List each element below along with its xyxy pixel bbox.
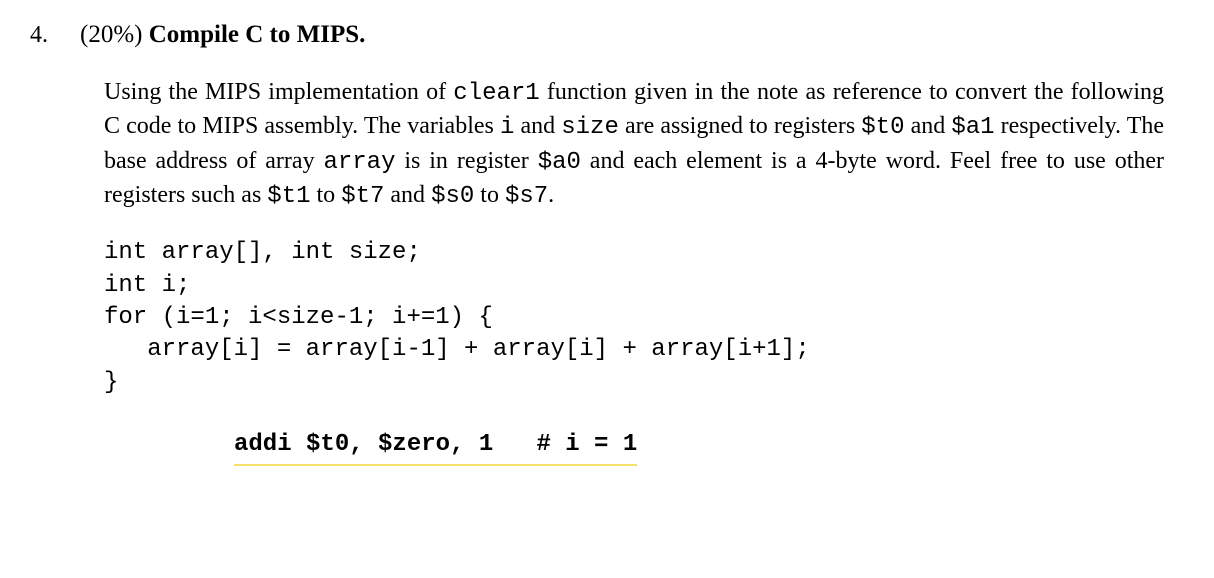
- text-segment: are assigned to registers: [619, 113, 861, 139]
- code-inline-a0: $a0: [538, 149, 581, 176]
- code-inline-array: array: [323, 149, 395, 176]
- code-inline-size: size: [561, 114, 619, 141]
- text-segment: is in register: [395, 148, 537, 174]
- text-segment: to: [311, 182, 342, 208]
- question-title: (20%) Compile C to MIPS.: [80, 18, 365, 52]
- question-number: 4.: [30, 19, 80, 51]
- code-inline-a1: $a1: [951, 114, 994, 141]
- code-inline-t0: $t0: [861, 114, 904, 141]
- code-inline-i: i: [500, 114, 514, 141]
- question-header: 4. (20%) Compile C to MIPS.: [30, 18, 1184, 52]
- text-segment: Using the MIPS implementation of: [104, 79, 453, 105]
- question-title-text: Compile C to MIPS.: [149, 21, 366, 48]
- text-segment: and: [904, 113, 951, 139]
- text-segment: and: [514, 113, 561, 139]
- code-inline-s7: $s7: [505, 183, 548, 210]
- text-segment: to: [474, 182, 505, 208]
- asm-line-1: addi $t0, $zero, 1 # i = 1: [234, 429, 637, 465]
- code-inline-clear1: clear1: [453, 80, 539, 107]
- question-body: Using the MIPS implementation of clear1 …: [104, 76, 1164, 466]
- code-inline-s0: $s0: [431, 183, 474, 210]
- question-percent: (20%): [80, 21, 149, 48]
- c-code-block: int array[], int size; int i; for (i=1; …: [104, 237, 1164, 399]
- prompt-paragraph: Using the MIPS implementation of clear1 …: [104, 76, 1164, 214]
- code-inline-t7: $t7: [341, 183, 384, 210]
- code-inline-t1: $t1: [267, 183, 310, 210]
- asm-answer-area: addi $t0, $zero, 1 # i = 1: [234, 427, 1164, 465]
- text-segment: .: [548, 182, 554, 208]
- text-segment: and: [384, 182, 431, 208]
